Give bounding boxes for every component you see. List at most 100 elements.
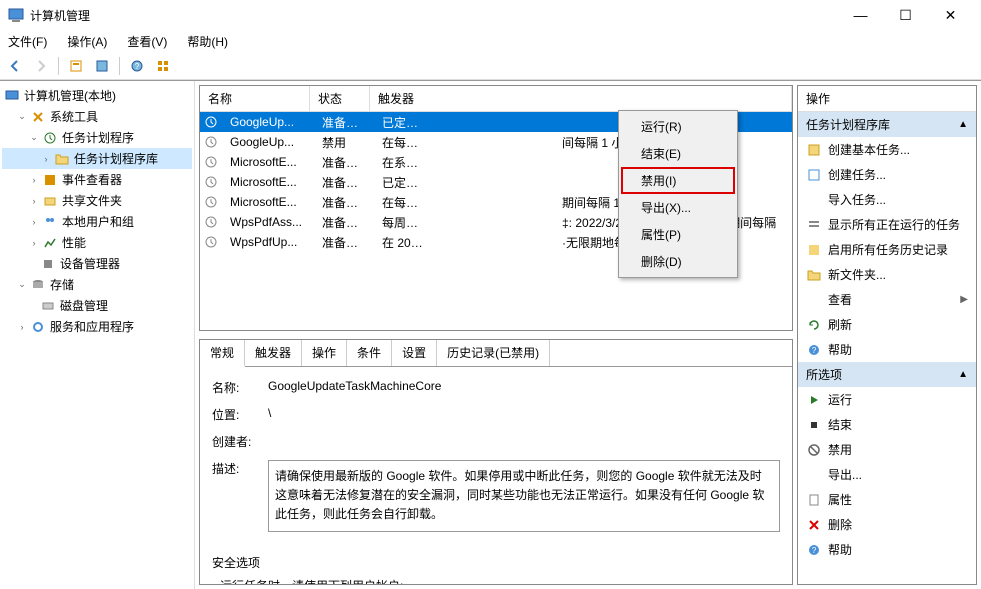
detail-creator-value: [268, 433, 780, 450]
menu-file[interactable]: 文件(F): [4, 31, 51, 52]
expand-icon[interactable]: ›: [28, 216, 40, 228]
actions-section-selected[interactable]: 所选项 ▲: [798, 362, 976, 387]
forward-button[interactable]: [30, 55, 52, 77]
window-title: 计算机管理: [30, 7, 838, 24]
menu-help[interactable]: 帮助(H): [183, 31, 232, 52]
task-name: WpsPdfUp...: [222, 235, 314, 249]
detail-location-value: \: [268, 406, 780, 423]
tree-scheduler-lib[interactable]: › 任务计划程序库: [2, 148, 192, 169]
action-refresh[interactable]: 刷新: [798, 312, 976, 337]
tree-services[interactable]: › 服务和应用程序: [2, 316, 192, 337]
maximize-button[interactable]: ☐: [883, 0, 928, 30]
task-trigger: 已定义多/: [374, 174, 434, 191]
tree-shared[interactable]: › 共享文件夹: [2, 190, 192, 211]
expand-icon[interactable]: ›: [16, 321, 28, 333]
svg-text:?: ?: [812, 346, 817, 355]
action-button[interactable]: [65, 55, 87, 77]
tab-actions[interactable]: 操作: [302, 340, 347, 366]
task-trigger: 在每天的: [374, 134, 434, 151]
tree-root[interactable]: 计算机管理(本地): [2, 85, 192, 106]
action-props[interactable]: 属性: [798, 487, 976, 512]
perf-icon: [42, 235, 58, 251]
new-icon: [806, 167, 822, 183]
expand-icon[interactable]: ›: [28, 195, 40, 207]
task-trigger: 在 2022/: [374, 234, 434, 251]
menu-view[interactable]: 查看(V): [123, 31, 171, 52]
actions-section-lib[interactable]: 任务计划程序库 ▲: [798, 112, 976, 137]
menu-action[interactable]: 操作(A): [63, 31, 111, 52]
collapse-icon[interactable]: ⌄: [16, 279, 28, 291]
svg-text:?: ?: [812, 546, 817, 555]
column-name[interactable]: 名称: [200, 86, 310, 111]
tree-disk[interactable]: 磁盘管理: [2, 295, 192, 316]
action-disable[interactable]: 禁用: [798, 437, 976, 462]
column-state[interactable]: 状态: [310, 86, 370, 111]
tab-settings[interactable]: 设置: [392, 340, 437, 366]
action-delete[interactable]: 删除: [798, 512, 976, 537]
security-text: 运行任务时，请使用下列用户帐户:: [212, 577, 780, 584]
share-icon: [42, 193, 58, 209]
action-end[interactable]: 结束: [798, 412, 976, 437]
collapse-icon[interactable]: ⌄: [16, 111, 28, 123]
action-import[interactable]: 导入任务...: [798, 187, 976, 212]
tab-general[interactable]: 常规: [200, 340, 245, 367]
titlebar: 计算机管理 — ☐ ✕: [0, 0, 981, 30]
expand-icon[interactable]: ›: [28, 174, 40, 186]
task-name: GoogleUp...: [222, 135, 314, 149]
tab-history[interactable]: 历史记录(已禁用): [437, 340, 550, 366]
task-state: 准备就绪: [314, 174, 374, 191]
event-icon: [42, 172, 58, 188]
action-help2[interactable]: ?帮助: [798, 537, 976, 562]
action-create[interactable]: 创建任务...: [798, 162, 976, 187]
action-show-running[interactable]: 显示所有正在运行的任务: [798, 212, 976, 237]
task-state: 禁用: [314, 134, 374, 151]
expand-icon[interactable]: ›: [40, 153, 52, 165]
help-button[interactable]: ?: [126, 55, 148, 77]
context-export[interactable]: 导出(X)...: [621, 194, 735, 221]
close-button[interactable]: ✕: [928, 0, 973, 30]
folder-icon: [54, 151, 70, 167]
tab-conditions[interactable]: 条件: [347, 340, 392, 366]
properties-button[interactable]: [91, 55, 113, 77]
props-icon: [806, 492, 822, 508]
context-disable[interactable]: 禁用(I): [621, 167, 735, 194]
grid-button[interactable]: [152, 55, 174, 77]
clock-icon: [204, 155, 218, 169]
action-view[interactable]: 查看▶: [798, 287, 976, 312]
detail-creator-label: 创建者:: [212, 433, 268, 450]
detail-desc-label: 描述:: [212, 460, 268, 544]
menubar: 文件(F) 操作(A) 查看(V) 帮助(H): [0, 30, 981, 52]
context-props[interactable]: 属性(P): [621, 221, 735, 248]
column-trigger[interactable]: 触发器: [370, 86, 792, 111]
context-end[interactable]: 结束(E): [621, 140, 735, 167]
action-help[interactable]: ?帮助: [798, 337, 976, 362]
action-export[interactable]: 导出...: [798, 462, 976, 487]
tree-scheduler[interactable]: ⌄ 任务计划程序: [2, 127, 192, 148]
computer-icon: [4, 88, 20, 104]
tree-perf[interactable]: › 性能: [2, 232, 192, 253]
action-enable-history[interactable]: 启用所有任务历史记录: [798, 237, 976, 262]
tree-devices[interactable]: 设备管理器: [2, 253, 192, 274]
actions-panel: 操作 任务计划程序库 ▲ 创建基本任务... 创建任务... 导入任务... 显…: [797, 85, 977, 585]
tab-triggers[interactable]: 触发器: [245, 340, 302, 366]
tree-systools[interactable]: ⌄ 系统工具: [2, 106, 192, 127]
collapse-icon[interactable]: ⌄: [28, 132, 40, 144]
action-new-folder[interactable]: 新文件夹...: [798, 262, 976, 287]
task-state: 准备就绪: [314, 114, 374, 131]
minimize-button[interactable]: —: [838, 0, 883, 30]
help-icon: ?: [806, 342, 822, 358]
tree-users[interactable]: › 本地用户和组: [2, 211, 192, 232]
task-state: 准备就绪: [314, 194, 374, 211]
stop-icon: [806, 417, 822, 433]
tree-storage[interactable]: ⌄ 存储: [2, 274, 192, 295]
action-run[interactable]: 运行: [798, 387, 976, 412]
task-name: MicrosoftE...: [222, 155, 314, 169]
tree-eventviewer[interactable]: › 事件查看器: [2, 169, 192, 190]
task-name: GoogleUp...: [222, 115, 314, 129]
context-run[interactable]: 运行(R): [621, 113, 735, 140]
context-delete[interactable]: 删除(D): [621, 248, 735, 275]
expand-icon[interactable]: ›: [28, 237, 40, 249]
action-create-basic[interactable]: 创建基本任务...: [798, 137, 976, 162]
back-button[interactable]: [4, 55, 26, 77]
task-name: MicrosoftE...: [222, 195, 314, 209]
